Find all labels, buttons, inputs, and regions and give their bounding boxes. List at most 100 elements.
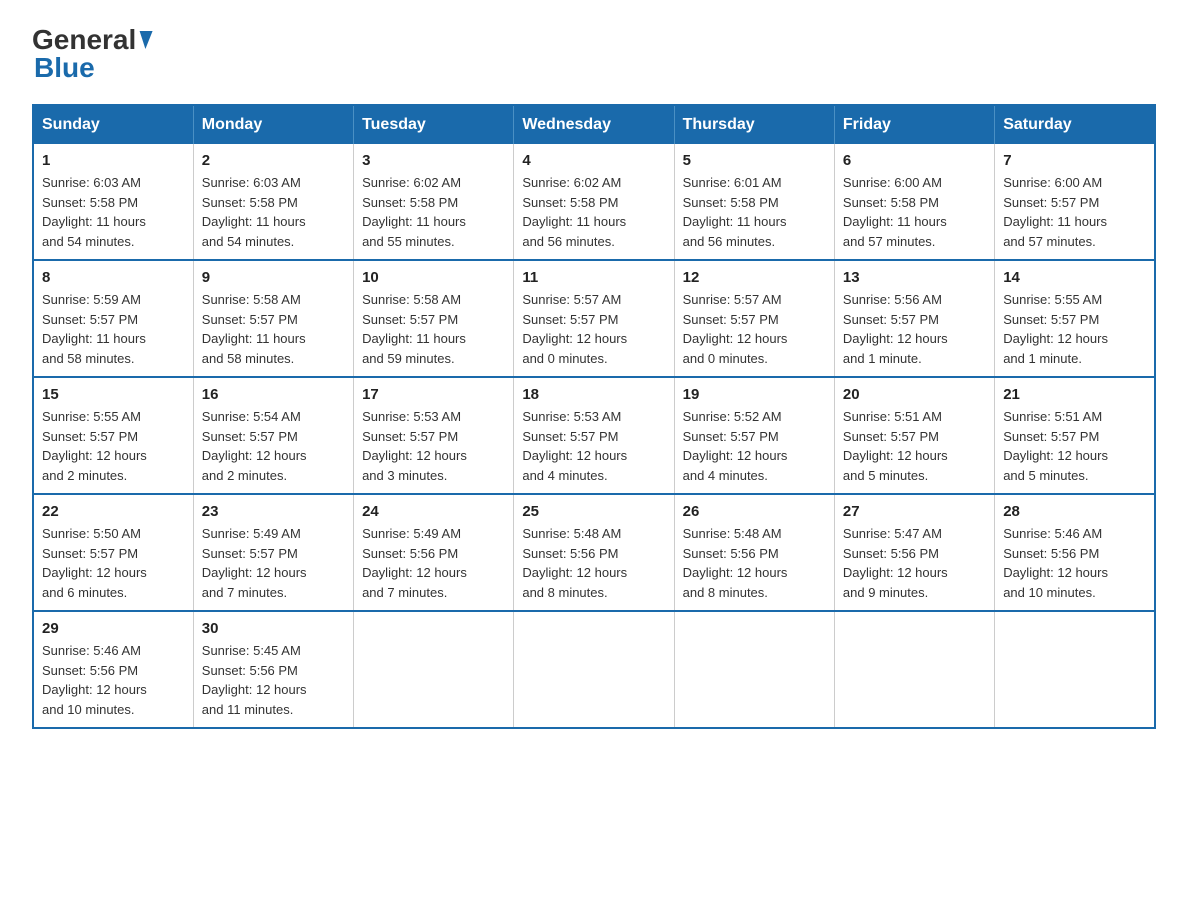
calendar-cell: 2 Sunrise: 6:03 AMSunset: 5:58 PMDayligh…: [193, 144, 353, 260]
header-friday: Friday: [834, 105, 994, 144]
day-info: Sunrise: 5:48 AMSunset: 5:56 PMDaylight:…: [522, 526, 627, 600]
calendar-cell: 7 Sunrise: 6:00 AMSunset: 5:57 PMDayligh…: [995, 144, 1155, 260]
header-sunday: Sunday: [33, 105, 193, 144]
calendar-week-2: 8 Sunrise: 5:59 AMSunset: 5:57 PMDayligh…: [33, 260, 1155, 377]
day-info: Sunrise: 5:58 AMSunset: 5:57 PMDaylight:…: [362, 292, 466, 366]
header-monday: Monday: [193, 105, 353, 144]
page-header: General Blue: [32, 24, 1156, 84]
day-number: 3: [362, 152, 505, 169]
calendar-cell: 19 Sunrise: 5:52 AMSunset: 5:57 PMDaylig…: [674, 377, 834, 494]
day-info: Sunrise: 5:48 AMSunset: 5:56 PMDaylight:…: [683, 526, 788, 600]
day-number: 7: [1003, 152, 1146, 169]
header-tuesday: Tuesday: [354, 105, 514, 144]
calendar-cell: 18 Sunrise: 5:53 AMSunset: 5:57 PMDaylig…: [514, 377, 674, 494]
weekday-header-row: Sunday Monday Tuesday Wednesday Thursday…: [33, 105, 1155, 144]
day-info: Sunrise: 5:58 AMSunset: 5:57 PMDaylight:…: [202, 292, 306, 366]
day-info: Sunrise: 6:00 AMSunset: 5:58 PMDaylight:…: [843, 175, 947, 249]
day-number: 28: [1003, 503, 1146, 520]
day-info: Sunrise: 5:55 AMSunset: 5:57 PMDaylight:…: [1003, 292, 1108, 366]
calendar-body: 1 Sunrise: 6:03 AMSunset: 5:58 PMDayligh…: [33, 144, 1155, 728]
day-info: Sunrise: 5:54 AMSunset: 5:57 PMDaylight:…: [202, 409, 307, 483]
calendar-cell: 22 Sunrise: 5:50 AMSunset: 5:57 PMDaylig…: [33, 494, 193, 611]
day-info: Sunrise: 5:49 AMSunset: 5:57 PMDaylight:…: [202, 526, 307, 600]
day-number: 30: [202, 620, 345, 637]
day-number: 13: [843, 269, 986, 286]
calendar-cell: 17 Sunrise: 5:53 AMSunset: 5:57 PMDaylig…: [354, 377, 514, 494]
day-info: Sunrise: 5:46 AMSunset: 5:56 PMDaylight:…: [42, 643, 147, 717]
calendar-cell: 27 Sunrise: 5:47 AMSunset: 5:56 PMDaylig…: [834, 494, 994, 611]
day-info: Sunrise: 6:01 AMSunset: 5:58 PMDaylight:…: [683, 175, 787, 249]
calendar-cell: 16 Sunrise: 5:54 AMSunset: 5:57 PMDaylig…: [193, 377, 353, 494]
day-info: Sunrise: 6:03 AMSunset: 5:58 PMDaylight:…: [202, 175, 306, 249]
day-info: Sunrise: 5:47 AMSunset: 5:56 PMDaylight:…: [843, 526, 948, 600]
day-info: Sunrise: 5:55 AMSunset: 5:57 PMDaylight:…: [42, 409, 147, 483]
day-number: 22: [42, 503, 185, 520]
day-number: 6: [843, 152, 986, 169]
day-number: 21: [1003, 386, 1146, 403]
calendar-cell: 14 Sunrise: 5:55 AMSunset: 5:57 PMDaylig…: [995, 260, 1155, 377]
calendar-cell: 1 Sunrise: 6:03 AMSunset: 5:58 PMDayligh…: [33, 144, 193, 260]
day-number: 29: [42, 620, 185, 637]
day-number: 2: [202, 152, 345, 169]
day-number: 4: [522, 152, 665, 169]
calendar-cell: [834, 611, 994, 728]
calendar-week-1: 1 Sunrise: 6:03 AMSunset: 5:58 PMDayligh…: [33, 144, 1155, 260]
calendar-cell: 12 Sunrise: 5:57 AMSunset: 5:57 PMDaylig…: [674, 260, 834, 377]
day-number: 14: [1003, 269, 1146, 286]
day-number: 17: [362, 386, 505, 403]
logo-flag-icon: [137, 31, 153, 49]
day-number: 16: [202, 386, 345, 403]
calendar-header: Sunday Monday Tuesday Wednesday Thursday…: [33, 105, 1155, 144]
day-number: 26: [683, 503, 826, 520]
day-number: 15: [42, 386, 185, 403]
day-info: Sunrise: 5:46 AMSunset: 5:56 PMDaylight:…: [1003, 526, 1108, 600]
calendar-cell: [995, 611, 1155, 728]
day-info: Sunrise: 5:49 AMSunset: 5:56 PMDaylight:…: [362, 526, 467, 600]
calendar-cell: 5 Sunrise: 6:01 AMSunset: 5:58 PMDayligh…: [674, 144, 834, 260]
logo-blue-part: Blue: [32, 52, 95, 84]
day-number: 24: [362, 503, 505, 520]
day-number: 20: [843, 386, 986, 403]
calendar-cell: 9 Sunrise: 5:58 AMSunset: 5:57 PMDayligh…: [193, 260, 353, 377]
calendar-cell: [674, 611, 834, 728]
calendar-cell: 8 Sunrise: 5:59 AMSunset: 5:57 PMDayligh…: [33, 260, 193, 377]
day-number: 19: [683, 386, 826, 403]
header-saturday: Saturday: [995, 105, 1155, 144]
day-info: Sunrise: 5:53 AMSunset: 5:57 PMDaylight:…: [522, 409, 627, 483]
calendar-week-5: 29 Sunrise: 5:46 AMSunset: 5:56 PMDaylig…: [33, 611, 1155, 728]
day-info: Sunrise: 6:02 AMSunset: 5:58 PMDaylight:…: [522, 175, 626, 249]
day-number: 5: [683, 152, 826, 169]
calendar-cell: 11 Sunrise: 5:57 AMSunset: 5:57 PMDaylig…: [514, 260, 674, 377]
calendar-cell: 28 Sunrise: 5:46 AMSunset: 5:56 PMDaylig…: [995, 494, 1155, 611]
day-number: 23: [202, 503, 345, 520]
day-info: Sunrise: 5:51 AMSunset: 5:57 PMDaylight:…: [1003, 409, 1108, 483]
calendar-cell: 20 Sunrise: 5:51 AMSunset: 5:57 PMDaylig…: [834, 377, 994, 494]
day-number: 8: [42, 269, 185, 286]
calendar-cell: 6 Sunrise: 6:00 AMSunset: 5:58 PMDayligh…: [834, 144, 994, 260]
day-number: 9: [202, 269, 345, 286]
header-wednesday: Wednesday: [514, 105, 674, 144]
day-info: Sunrise: 5:57 AMSunset: 5:57 PMDaylight:…: [522, 292, 627, 366]
calendar-cell: 21 Sunrise: 5:51 AMSunset: 5:57 PMDaylig…: [995, 377, 1155, 494]
day-info: Sunrise: 5:59 AMSunset: 5:57 PMDaylight:…: [42, 292, 146, 366]
calendar-cell: 10 Sunrise: 5:58 AMSunset: 5:57 PMDaylig…: [354, 260, 514, 377]
day-number: 27: [843, 503, 986, 520]
day-number: 18: [522, 386, 665, 403]
calendar-cell: 23 Sunrise: 5:49 AMSunset: 5:57 PMDaylig…: [193, 494, 353, 611]
calendar-cell: 29 Sunrise: 5:46 AMSunset: 5:56 PMDaylig…: [33, 611, 193, 728]
day-info: Sunrise: 6:00 AMSunset: 5:57 PMDaylight:…: [1003, 175, 1107, 249]
calendar-cell: 26 Sunrise: 5:48 AMSunset: 5:56 PMDaylig…: [674, 494, 834, 611]
day-info: Sunrise: 5:50 AMSunset: 5:57 PMDaylight:…: [42, 526, 147, 600]
day-number: 10: [362, 269, 505, 286]
calendar-week-4: 22 Sunrise: 5:50 AMSunset: 5:57 PMDaylig…: [33, 494, 1155, 611]
calendar-cell: 3 Sunrise: 6:02 AMSunset: 5:58 PMDayligh…: [354, 144, 514, 260]
calendar-table: Sunday Monday Tuesday Wednesday Thursday…: [32, 104, 1156, 729]
calendar-week-3: 15 Sunrise: 5:55 AMSunset: 5:57 PMDaylig…: [33, 377, 1155, 494]
day-info: Sunrise: 5:57 AMSunset: 5:57 PMDaylight:…: [683, 292, 788, 366]
day-info: Sunrise: 6:02 AMSunset: 5:58 PMDaylight:…: [362, 175, 466, 249]
logo: General Blue: [32, 24, 152, 84]
calendar-cell: 24 Sunrise: 5:49 AMSunset: 5:56 PMDaylig…: [354, 494, 514, 611]
day-number: 11: [522, 269, 665, 286]
calendar-cell: 4 Sunrise: 6:02 AMSunset: 5:58 PMDayligh…: [514, 144, 674, 260]
calendar-cell: [514, 611, 674, 728]
